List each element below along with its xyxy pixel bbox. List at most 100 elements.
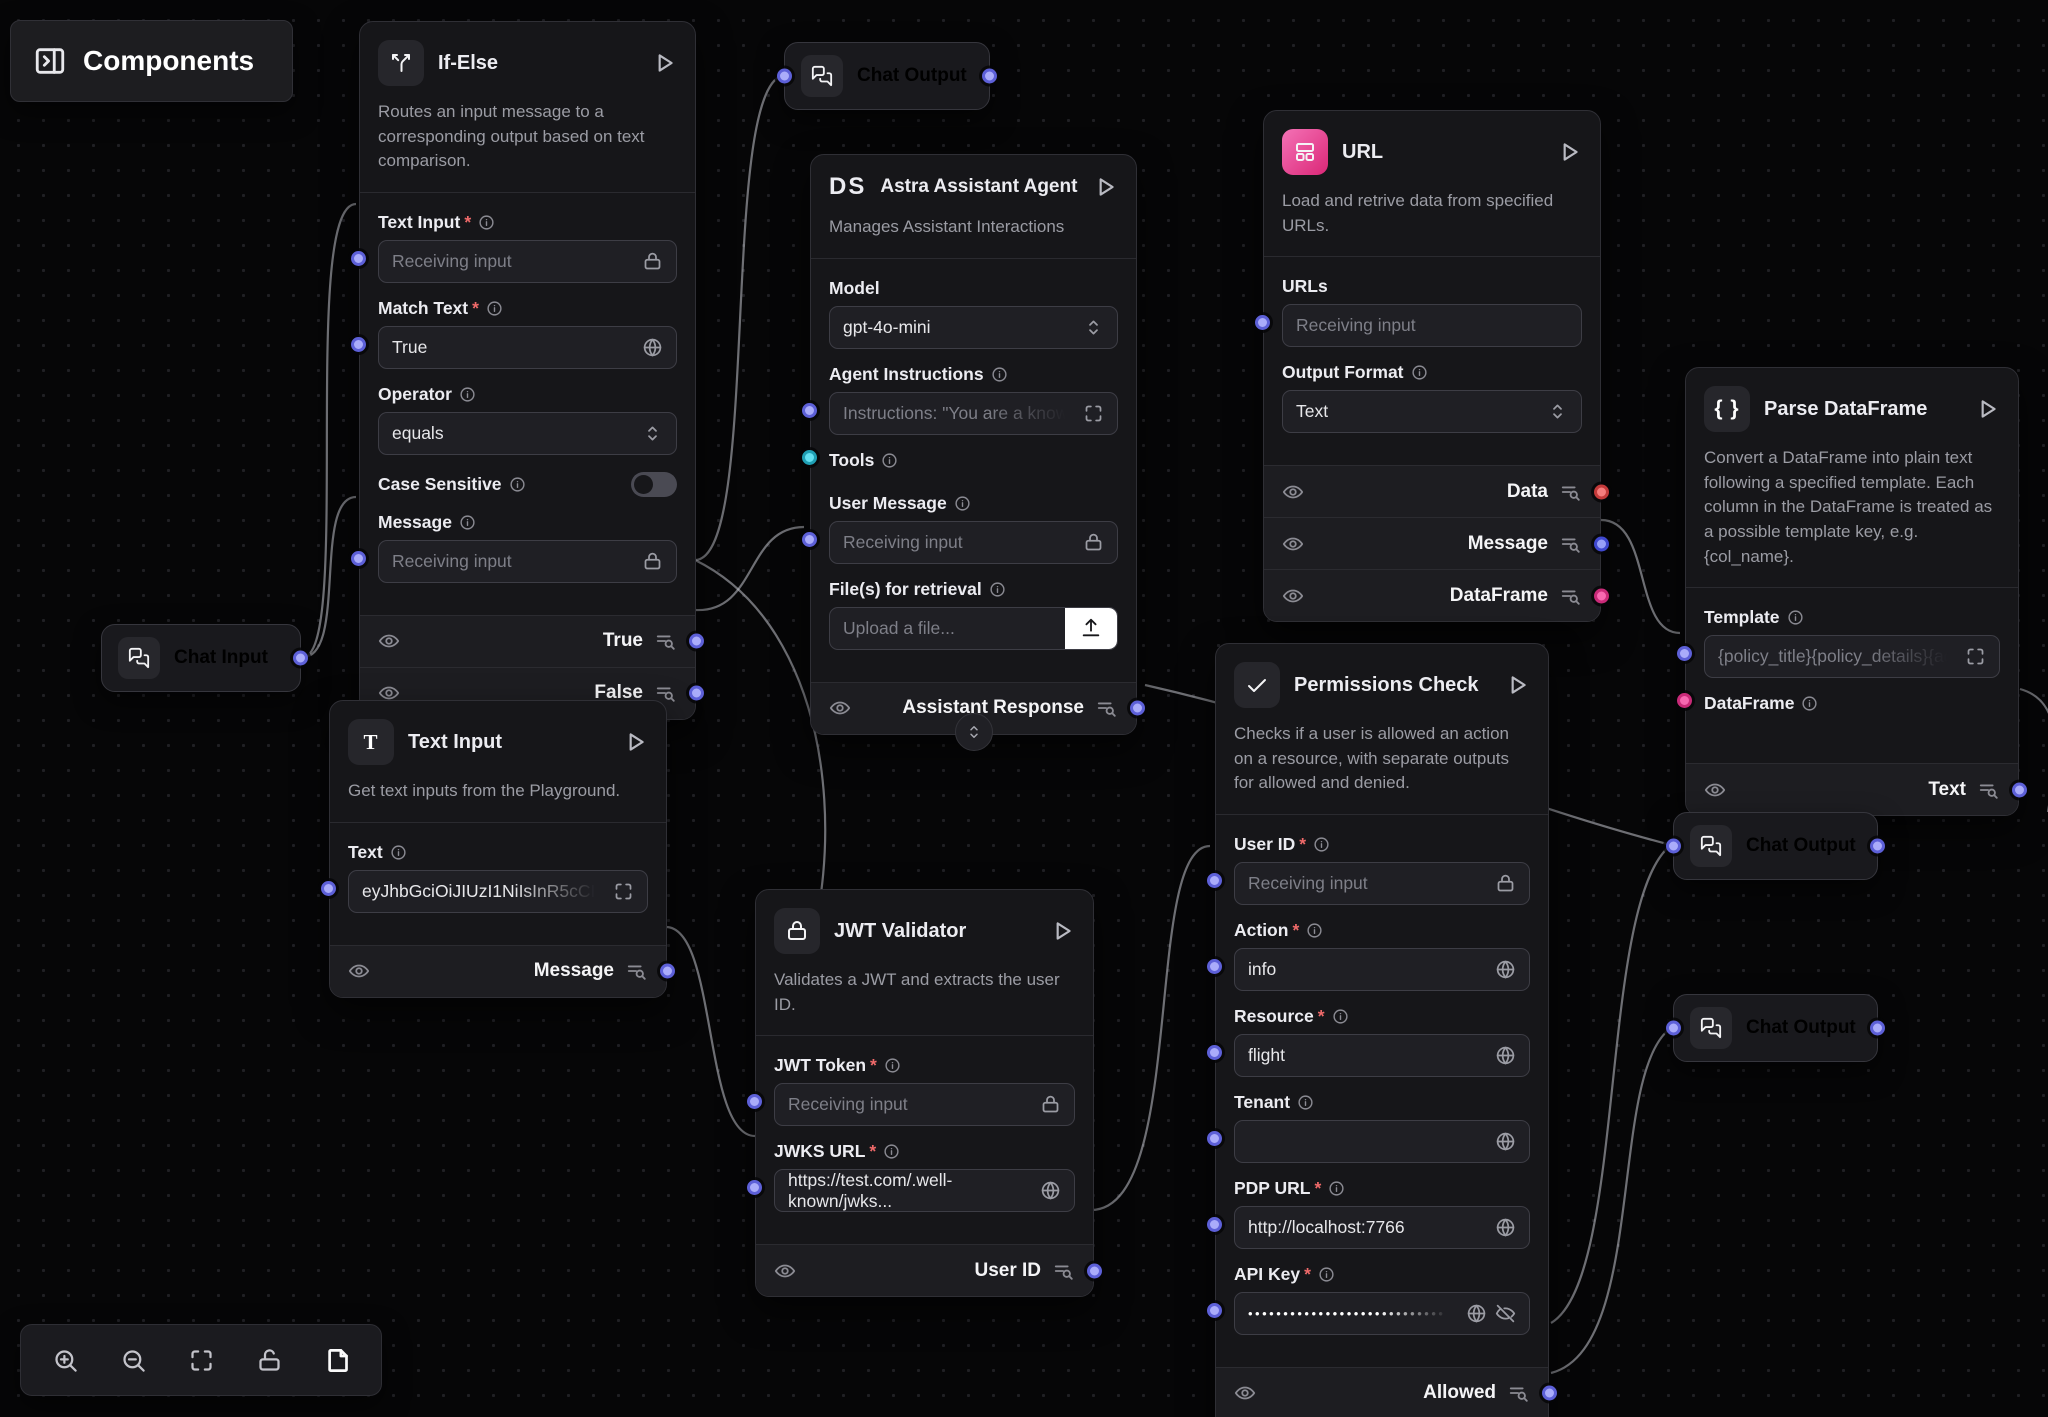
- inspect-output-icon[interactable]: [1560, 585, 1582, 607]
- input-handle-template[interactable]: [1677, 646, 1692, 661]
- output-handle-true[interactable]: [689, 634, 704, 649]
- eye-icon[interactable]: [1234, 1382, 1256, 1404]
- info-icon[interactable]: [1787, 609, 1804, 626]
- run-node-button[interactable]: [1049, 918, 1075, 944]
- output-handle-user-id[interactable]: [1087, 1263, 1102, 1278]
- inspect-output-icon[interactable]: [626, 960, 648, 982]
- input-handle-tools[interactable]: [802, 450, 817, 465]
- info-icon[interactable]: [1328, 1180, 1345, 1197]
- output-handle-dataframe[interactable]: [1594, 588, 1609, 603]
- upload-file-button[interactable]: [1065, 608, 1117, 649]
- input-handle-action[interactable]: [1207, 959, 1222, 974]
- info-icon[interactable]: [883, 1143, 900, 1160]
- text-value-field[interactable]: eyJhbGciOiJIUzI1NiIsInR5cCI6IkpX: [348, 870, 648, 913]
- input-handle-dataframe[interactable]: [1677, 693, 1692, 708]
- operator-select[interactable]: equals: [378, 412, 677, 455]
- input-handle-text[interactable]: [321, 881, 336, 896]
- info-icon[interactable]: [478, 214, 495, 231]
- info-icon[interactable]: [954, 495, 971, 512]
- model-select[interactable]: gpt-4o-mini: [829, 306, 1118, 349]
- flow-canvas[interactable]: Components If-Else Routes an input messa…: [0, 0, 2048, 1417]
- globe-icon[interactable]: [1495, 959, 1516, 980]
- inspect-output-icon[interactable]: [1560, 533, 1582, 555]
- expand-icon[interactable]: [1965, 646, 1986, 667]
- input-handle-jwks-url[interactable]: [747, 1180, 762, 1195]
- info-icon[interactable]: [991, 366, 1008, 383]
- input-handle-user-message[interactable]: [802, 532, 817, 547]
- run-node-button[interactable]: [1504, 672, 1530, 698]
- info-icon[interactable]: [1411, 364, 1428, 381]
- input-handle-api-key[interactable]: [1207, 1303, 1222, 1318]
- case-sensitive-toggle[interactable]: [631, 472, 677, 497]
- eye-icon[interactable]: [378, 630, 400, 652]
- input-handle-message[interactable]: [351, 551, 366, 566]
- info-icon[interactable]: [390, 844, 407, 861]
- message-field[interactable]: Receiving input: [378, 540, 677, 583]
- inspect-output-icon[interactable]: [1096, 697, 1118, 719]
- agent-instructions-field[interactable]: Instructions: "You are a knowledge: [829, 392, 1118, 435]
- node-text-input[interactable]: T Text Input Get text inputs from the Pl…: [329, 700, 667, 998]
- input-handle-jwt-token[interactable]: [747, 1094, 762, 1109]
- expand-icon[interactable]: [613, 881, 634, 902]
- input-handle[interactable]: [1666, 1021, 1681, 1036]
- info-icon[interactable]: [989, 581, 1006, 598]
- run-node-button[interactable]: [1974, 396, 2000, 422]
- globe-icon[interactable]: [642, 337, 663, 358]
- info-icon[interactable]: [1332, 1008, 1349, 1025]
- node-jwt-validator[interactable]: JWT Validator Validates a JWT and extrac…: [755, 889, 1094, 1297]
- zoom-in-button[interactable]: [43, 1338, 87, 1382]
- match-text-field[interactable]: True: [378, 326, 677, 369]
- add-note-button[interactable]: [315, 1338, 359, 1382]
- action-field[interactable]: info: [1234, 948, 1530, 991]
- user-id-field[interactable]: Receiving input: [1234, 862, 1530, 905]
- output-handle-data[interactable]: [1594, 484, 1609, 499]
- input-handle-text-input[interactable]: [351, 251, 366, 266]
- output-handle-message[interactable]: [660, 964, 675, 979]
- node-chat-output-bottom[interactable]: Chat Output: [1673, 994, 1878, 1062]
- input-handle-agent-instructions[interactable]: [802, 403, 817, 418]
- jwks-url-field[interactable]: https://test.com/.well-known/jwks...: [774, 1169, 1075, 1212]
- output-handle[interactable]: [982, 69, 997, 84]
- node-chat-output-top[interactable]: Chat Output: [784, 42, 990, 110]
- globe-icon[interactable]: [1040, 1180, 1061, 1201]
- info-icon[interactable]: [509, 476, 526, 493]
- eye-icon[interactable]: [1282, 481, 1304, 503]
- zoom-out-button[interactable]: [111, 1338, 155, 1382]
- node-url[interactable]: URL Load and retrive data from specified…: [1263, 110, 1601, 622]
- tenant-field[interactable]: [1234, 1120, 1530, 1163]
- node-astra-assistant-agent[interactable]: DS Astra Assistant Agent Manages Assista…: [810, 154, 1137, 735]
- input-handle-user-id[interactable]: [1207, 873, 1222, 888]
- eye-icon[interactable]: [774, 1260, 796, 1282]
- pdp-url-field[interactable]: http://localhost:7766: [1234, 1206, 1530, 1249]
- info-icon[interactable]: [884, 1057, 901, 1074]
- inspect-output-icon[interactable]: [1053, 1260, 1075, 1282]
- output-handle-message[interactable]: [1594, 536, 1609, 551]
- node-chat-output-mid[interactable]: Chat Output: [1673, 812, 1878, 880]
- input-handle-urls[interactable]: [1255, 315, 1270, 330]
- node-permissions-check[interactable]: Permissions Check Checks if a user is al…: [1215, 643, 1549, 1417]
- api-key-field[interactable]: ••••••••••••••••••••••••••••: [1234, 1292, 1530, 1335]
- output-handle[interactable]: [293, 651, 308, 666]
- globe-icon[interactable]: [1466, 1303, 1487, 1324]
- input-handle-resource[interactable]: [1207, 1045, 1222, 1060]
- file-upload-field[interactable]: Upload a file...: [829, 607, 1118, 650]
- run-node-button[interactable]: [1556, 139, 1582, 165]
- output-handle[interactable]: [1870, 839, 1885, 854]
- info-icon[interactable]: [881, 452, 898, 469]
- input-handle-tenant[interactable]: [1207, 1131, 1222, 1146]
- input-handle[interactable]: [777, 69, 792, 84]
- template-field[interactable]: {policy_title}{policy_details}{additi: [1704, 635, 2000, 678]
- output-handle[interactable]: [1870, 1021, 1885, 1036]
- input-handle[interactable]: [1666, 839, 1681, 854]
- node-chat-input[interactable]: Chat Input: [101, 624, 301, 692]
- node-if-else[interactable]: If-Else Routes an input message to a cor…: [359, 21, 696, 720]
- info-icon[interactable]: [1313, 836, 1330, 853]
- text-input-field[interactable]: Receiving input: [378, 240, 677, 283]
- urls-field[interactable]: Receiving input: [1282, 304, 1582, 347]
- node-parse-dataframe[interactable]: { } Parse DataFrame Convert a DataFrame …: [1685, 367, 2019, 816]
- output-handle-allowed[interactable]: [1542, 1386, 1557, 1401]
- input-handle-match-text[interactable]: [351, 337, 366, 352]
- output-handle-false[interactable]: [689, 686, 704, 701]
- info-icon[interactable]: [1801, 695, 1818, 712]
- output-format-select[interactable]: Text: [1282, 390, 1582, 433]
